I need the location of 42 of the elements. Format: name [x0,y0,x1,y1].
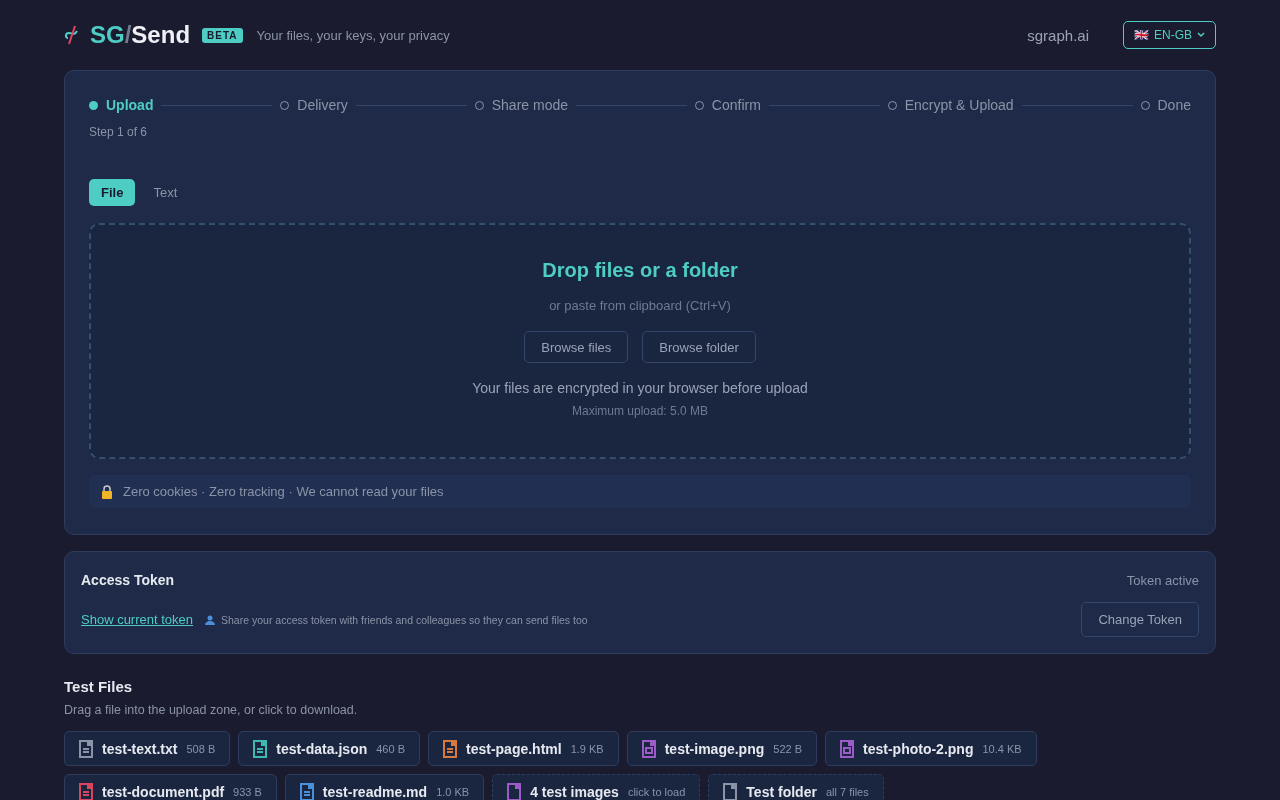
step-indicator: Delivery [280,97,348,113]
step-counter: Step 1 of 6 [89,125,149,139]
site-link[interactable]: sgraph.ai [1027,26,1089,44]
section-title: Test Files [64,678,134,695]
encryption-note: Your files are encrypted in your browser before upload [472,380,808,396]
logo-icon [64,24,80,46]
drop-subtitle: or paste from clipboard (Ctrl+V) [549,298,731,313]
mode-tab[interactable]: File [89,179,136,206]
logo-text: SG/Send [90,21,191,49]
step-indicator: Done [1140,97,1191,113]
test-file-button[interactable]: test-readme.md 1.0 KB [284,774,485,800]
test-file-button[interactable]: test-document.pdf 933 B [64,774,277,800]
section-title: Access Token [81,572,175,588]
test-file-button[interactable]: test-image.png 522 B [626,731,818,766]
test-file-button[interactable]: 4 test images click to load [492,774,701,800]
privacy-note: Zero cookies · Zero tracking · We cannot read your files [123,484,444,499]
drop-zone[interactable]: Drop files or a folder or paste from clipboard (Ctrl+V) Browse files Browse folder Your files are encrypted in your browser before upload Maximum upload: 5.0 MB [89,223,1191,459]
step-indicator: Confirm [694,97,761,113]
step-indicator: Upload [89,97,154,113]
language-button[interactable]: 🇬🇧 EN-GB [1123,21,1216,49]
chevron-down-icon [1197,32,1205,38]
step-indicator: Share mode [474,97,568,113]
person-icon [205,614,215,625]
beta-badge: BETA [202,27,243,43]
test-file-button[interactable]: test-data.json 460 B [238,731,420,766]
show-token-link[interactable]: Show current token [81,612,193,627]
section-subtitle: Drag a file into the upload zone, or click to download. [64,703,359,717]
token-status: Token active [1126,572,1199,588]
browse-button[interactable]: Browse files [524,331,629,363]
test-file-button[interactable]: Test folder all 7 files [708,774,884,800]
browse-button[interactable]: Browse folder [642,331,756,363]
drop-title: Drop files or a folder [542,259,738,282]
tagline: Your files, your keys, your privacy [256,27,450,43]
upload-limit: Maximum upload: 5.0 MB [571,404,709,418]
test-file-button[interactable]: test-photo-2.png 10.4 KB [825,731,1037,766]
step-indicator: Encrypt & Upload [887,97,1014,113]
token-hint: Share your access token with friends and colleagues so they can send files too [221,613,588,626]
lock-icon [101,484,113,499]
mode-tab[interactable]: Text [141,179,190,206]
test-file-button[interactable]: test-page.html 1.9 KB [428,731,619,766]
test-file-button[interactable]: test-text.txt 508 B [64,731,231,766]
change-token-button[interactable]: Change Token [1081,602,1199,637]
